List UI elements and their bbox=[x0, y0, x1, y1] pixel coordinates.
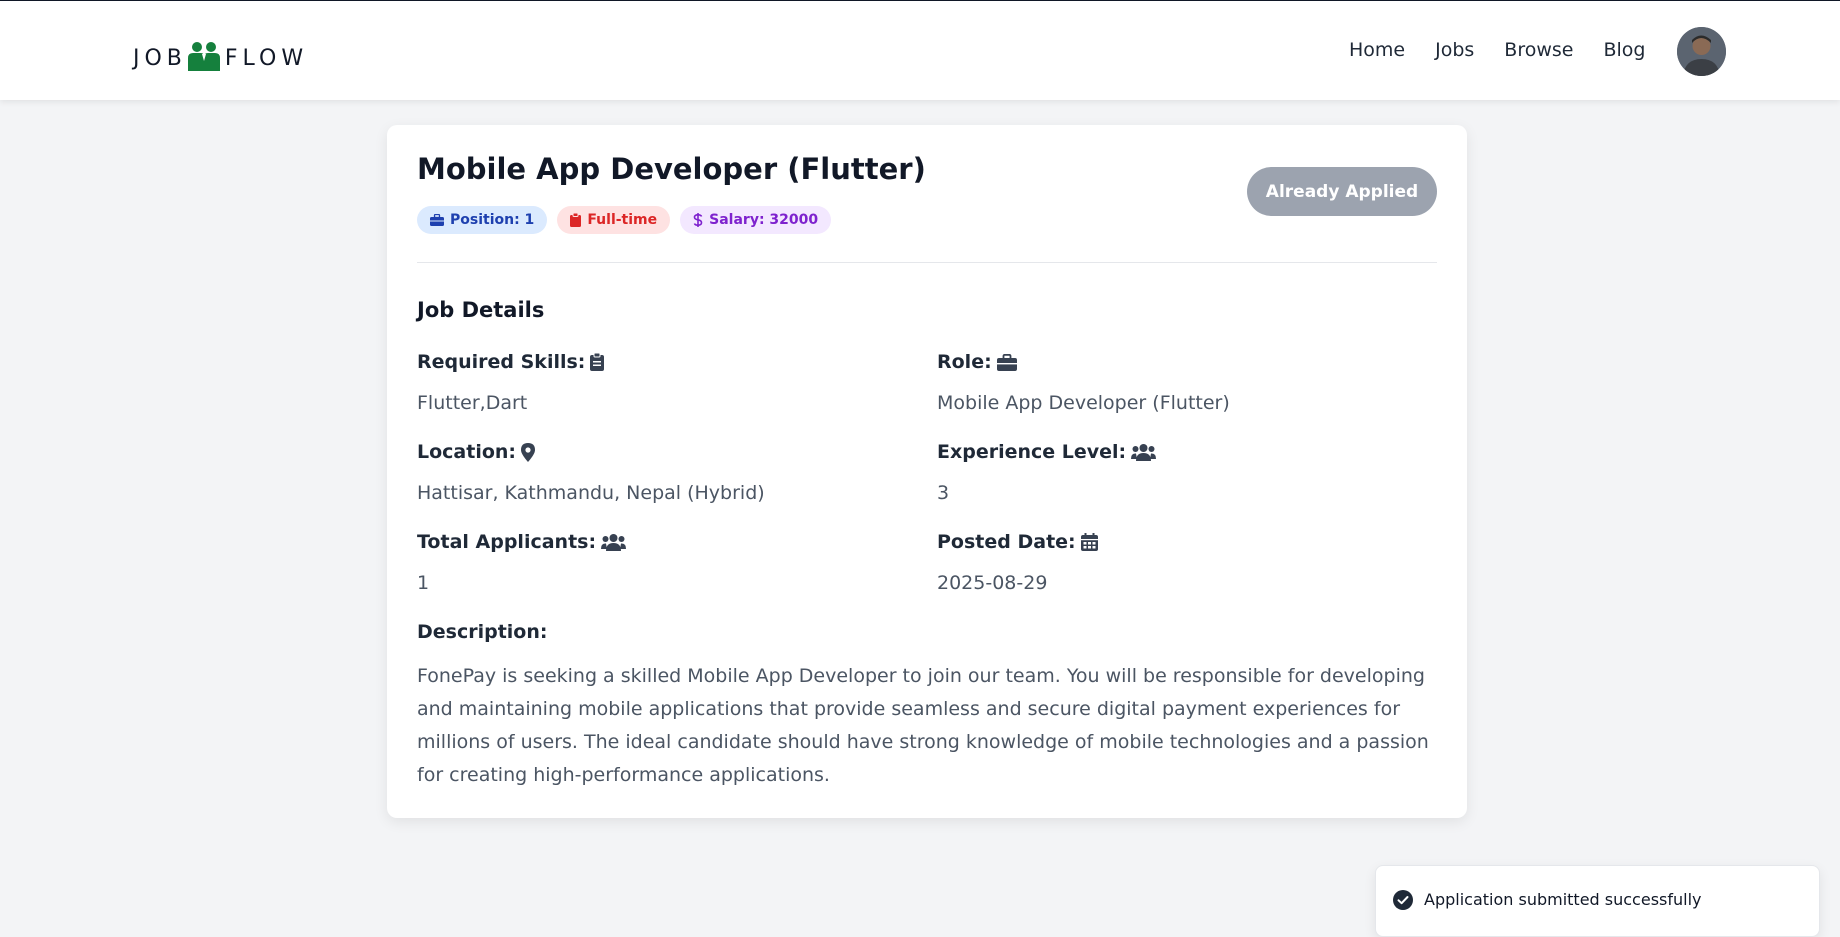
nav-blog[interactable]: Blog bbox=[1603, 39, 1645, 61]
job-type-badge-label: Full-time bbox=[587, 212, 658, 228]
experience-label: Experience Level: bbox=[937, 441, 1157, 463]
salary-badge: Salary: 32000 bbox=[680, 206, 832, 234]
logo[interactable]: JOB FLOW bbox=[133, 41, 308, 75]
applicants-label: Total Applicants: bbox=[417, 531, 627, 553]
applicants-value: 1 bbox=[417, 572, 430, 594]
map-pin-icon bbox=[521, 442, 536, 462]
divider bbox=[417, 262, 1437, 263]
success-toast: Application submitted successfully bbox=[1375, 865, 1820, 937]
position-badge-label: Position: 1 bbox=[450, 212, 535, 228]
role-label-text: Role: bbox=[937, 351, 992, 373]
check-circle-icon bbox=[1393, 890, 1413, 910]
navbar: JOB FLOW Home Jobs Browse Blog bbox=[0, 1, 1840, 100]
briefcase-icon bbox=[430, 214, 444, 226]
applicants-label-text: Total Applicants: bbox=[417, 531, 597, 553]
user-photo-icon bbox=[1677, 27, 1726, 76]
description-label-text: Description: bbox=[417, 621, 548, 643]
location-value: Hattisar, Kathmandu, Nepal (Hybrid) bbox=[417, 482, 765, 504]
calendar-icon bbox=[1080, 533, 1098, 551]
already-applied-button[interactable]: Already Applied bbox=[1247, 167, 1437, 216]
position-badge: Position: 1 bbox=[417, 206, 548, 234]
job-detail-card: Mobile App Developer (Flutter) Position:… bbox=[387, 125, 1467, 818]
salary-badge-label: Salary: 32000 bbox=[709, 212, 819, 228]
skills-label: Required Skills: bbox=[417, 351, 605, 373]
toast-message: Application submitted successfully bbox=[1424, 890, 1702, 909]
nav-home[interactable]: Home bbox=[1349, 39, 1405, 61]
skills-value: Flutter,Dart bbox=[417, 392, 528, 414]
people-logo-icon bbox=[187, 41, 221, 75]
clipboard-icon bbox=[570, 213, 582, 227]
experience-label-text: Experience Level: bbox=[937, 441, 1127, 463]
job-details-heading: Job Details bbox=[417, 298, 545, 322]
job-description: FonePay is seeking a skilled Mobile App … bbox=[417, 665, 1429, 786]
users-icon bbox=[601, 534, 627, 551]
job-title: Mobile App Developer (Flutter) bbox=[417, 152, 926, 186]
users-icon bbox=[1131, 444, 1157, 461]
role-value: Mobile App Developer (Flutter) bbox=[937, 392, 1230, 414]
posted-date-label: Posted Date: bbox=[937, 531, 1098, 553]
logo-text-right: FLOW bbox=[224, 45, 309, 71]
location-label-text: Location: bbox=[417, 441, 517, 463]
role-label: Role: bbox=[937, 351, 1017, 373]
experience-value: 3 bbox=[937, 482, 950, 504]
job-badges: Position: 1 Full-time Salary: 32000 bbox=[417, 206, 841, 234]
dollar-icon bbox=[693, 213, 703, 227]
avatar[interactable] bbox=[1677, 27, 1726, 76]
main-nav: Home Jobs Browse Blog bbox=[1349, 39, 1675, 61]
posted-date-value: 2025-08-29 bbox=[937, 572, 1048, 594]
skills-label-text: Required Skills: bbox=[417, 351, 586, 373]
logo-text-left: JOB bbox=[133, 45, 187, 71]
briefcase-icon bbox=[996, 353, 1017, 371]
location-label: Location: bbox=[417, 441, 536, 463]
nav-browse[interactable]: Browse bbox=[1504, 39, 1573, 61]
job-type-badge: Full-time bbox=[557, 206, 671, 234]
nav-jobs[interactable]: Jobs bbox=[1435, 39, 1474, 61]
description-label: Description: bbox=[417, 621, 548, 643]
posted-date-label-text: Posted Date: bbox=[937, 531, 1076, 553]
clipboard-list-icon bbox=[590, 353, 605, 371]
